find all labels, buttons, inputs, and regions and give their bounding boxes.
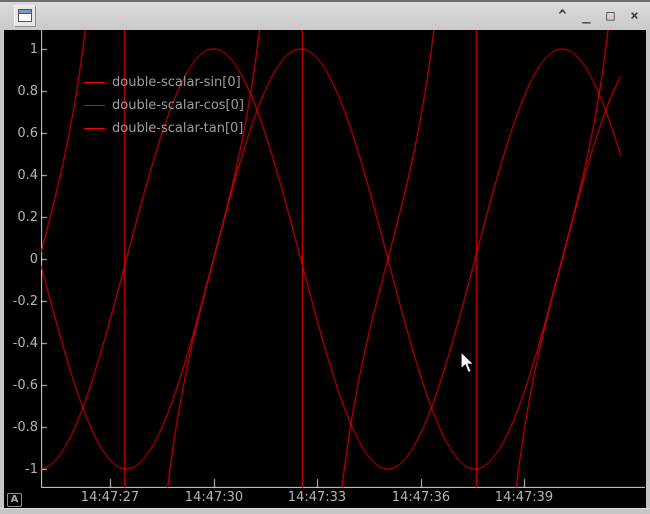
y-tick-label: 0.2 (0, 210, 38, 225)
legend-line-swatch (84, 82, 105, 83)
y-tick-label: -0.4 (0, 336, 38, 351)
x-tick-label: 14:47:33 (288, 490, 346, 505)
titlebar[interactable]: ^ _ □ × (0, 0, 650, 30)
maximize-button[interactable]: □ (603, 6, 618, 26)
legend: double-scalar-sin[0] double-scalar-cos[0… (84, 71, 244, 140)
legend-line-swatch (84, 105, 105, 106)
legend-line-swatch (84, 128, 105, 129)
y-tick-label: -0.8 (0, 420, 38, 435)
y-tick-label: -0.6 (0, 378, 38, 393)
legend-item-sin: double-scalar-sin[0] (84, 71, 244, 94)
y-tick-label: 0 (0, 252, 38, 267)
mini-window-icon (18, 9, 32, 22)
shade-button[interactable]: ^ (555, 6, 570, 26)
autoscale-button[interactable]: A (7, 493, 22, 507)
plot-area: 1 0.8 0.6 0.4 0.2 0 -0.2 -0.4 -0.6 -0.8 … (4, 30, 646, 508)
y-tick-label: 0.8 (0, 84, 38, 99)
window-controls: ^ _ □ × (555, 2, 642, 30)
legend-item-cos: double-scalar-cos[0] (84, 94, 244, 117)
y-tick-label: 0.4 (0, 168, 38, 183)
y-tick-label: 0.6 (0, 126, 38, 141)
legend-label: double-scalar-cos[0] (112, 98, 244, 113)
minimize-button[interactable]: _ (579, 6, 594, 26)
window-frame-bottom[interactable] (0, 508, 650, 514)
legend-label: double-scalar-tan[0] (112, 121, 243, 136)
window-menu-icon[interactable] (14, 5, 36, 27)
x-tick-label: 14:47:27 (81, 490, 139, 505)
legend-item-tan: double-scalar-tan[0] (84, 117, 244, 140)
close-button[interactable]: × (627, 6, 642, 26)
x-tick-label: 14:47:39 (495, 490, 553, 505)
y-tick-label: 1 (0, 42, 38, 57)
x-tick-label: 14:47:30 (185, 490, 243, 505)
y-tick-label: -0.2 (0, 294, 38, 309)
plot-window: ^ _ □ × 1 0.8 0.6 0.4 0.2 0 -0.2 -0.4 -0… (0, 0, 650, 514)
x-tick-label: 14:47:36 (392, 490, 450, 505)
legend-label: double-scalar-sin[0] (112, 75, 241, 90)
y-tick-label: -1 (0, 462, 38, 477)
